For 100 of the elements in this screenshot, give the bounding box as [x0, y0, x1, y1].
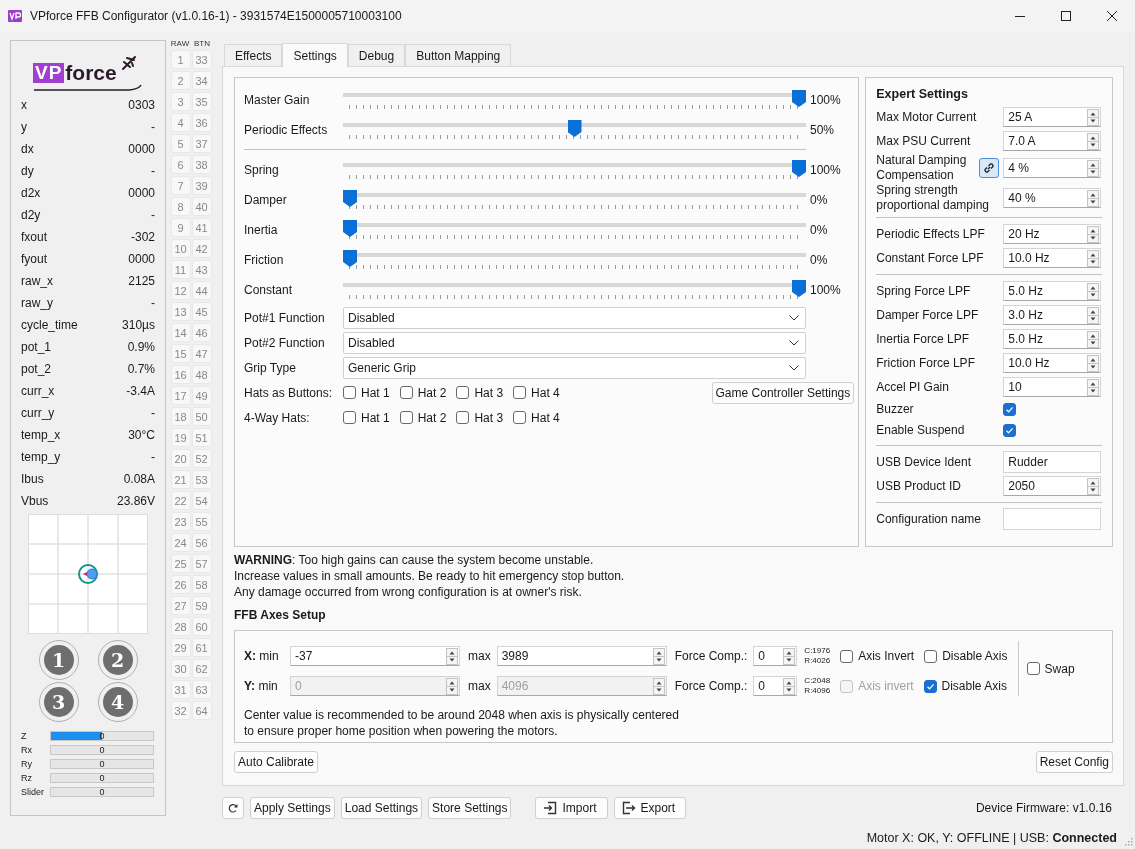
spin-arrows-icon[interactable]	[1087, 282, 1100, 300]
tab[interactable]: Debug	[347, 44, 406, 66]
spin-arrows-icon[interactable]	[783, 647, 796, 665]
reading-value: 2125	[128, 274, 155, 288]
tab[interactable]: Button Mapping	[405, 44, 512, 66]
spin-box[interactable]: 20 Hz	[1003, 224, 1102, 244]
spin-box[interactable]: -37	[290, 646, 460, 666]
checkbox[interactable]	[1003, 403, 1017, 416]
checkbox[interactable]	[399, 411, 413, 424]
checkbox[interactable]	[840, 649, 854, 663]
spin-box[interactable]: 10.0 Hz	[1003, 353, 1102, 373]
checkbox[interactable]	[456, 386, 470, 399]
calibration-value: C:1976	[804, 646, 831, 656]
spin-arrows-icon[interactable]	[1087, 306, 1100, 324]
spin-arrows-icon[interactable]	[1087, 159, 1100, 177]
slider-label: Damper	[244, 193, 288, 207]
checkbox[interactable]	[513, 411, 527, 424]
spin-box[interactable]: 3.0 Hz	[1003, 305, 1102, 325]
checkbox[interactable]	[924, 649, 938, 663]
reading-value: 0000	[128, 252, 155, 266]
export-button[interactable]: Export	[613, 797, 687, 819]
checkbox-label: Disable Axis	[941, 679, 1007, 693]
round-button[interactable]: 1	[38, 640, 79, 680]
field-label: Friction Force LPF	[876, 355, 976, 371]
round-button[interactable]: 3	[38, 682, 79, 722]
slider-thumb[interactable]	[343, 220, 357, 237]
action-button[interactable]: Load Settings	[340, 797, 423, 819]
spin-arrows-icon[interactable]	[1087, 249, 1100, 267]
checkbox[interactable]	[343, 386, 356, 399]
slider-value: 0%	[810, 223, 828, 237]
reading-label: fxout	[21, 230, 47, 244]
round-button[interactable]: 2	[97, 640, 138, 680]
spin-arrows-icon[interactable]	[783, 677, 796, 695]
reset-config-button[interactable]: Reset Config	[1035, 751, 1113, 773]
round-button[interactable]: 4	[97, 682, 138, 722]
checkbox[interactable]	[513, 386, 527, 399]
spin-arrows-icon[interactable]	[446, 647, 458, 665]
spin-arrows-icon[interactable]	[1087, 108, 1100, 126]
tab[interactable]: Effects	[224, 44, 283, 66]
button-indicator: 12	[170, 281, 191, 300]
text-field[interactable]: Rudder	[1003, 451, 1102, 473]
field-label: Max PSU Current	[876, 133, 972, 149]
slider-thumb[interactable]	[792, 160, 806, 177]
spin-arrows-icon[interactable]	[1087, 189, 1100, 207]
action-button[interactable]: Store Settings	[428, 797, 512, 819]
reading-value: 0000	[128, 142, 155, 156]
spin-box[interactable]: 25 A	[1003, 107, 1102, 127]
auto-calibrate-button[interactable]: Auto Calibrate	[234, 751, 319, 773]
spin-arrows-icon[interactable]	[652, 647, 665, 665]
reading-value: 23.86V	[116, 494, 155, 508]
logo-badge: VP	[33, 63, 65, 83]
spin-box[interactable]: 5.0 Hz	[1003, 281, 1102, 301]
button-indicator: 5	[170, 134, 191, 153]
checkbox[interactable]	[343, 411, 356, 424]
reading-label: d2y	[21, 208, 41, 222]
slider-thumb[interactable]	[567, 120, 582, 137]
slider-thumb[interactable]	[792, 280, 806, 297]
spin-box[interactable]: 3989	[496, 646, 667, 666]
spin-arrows-icon[interactable]	[1087, 225, 1100, 243]
chevron-down-icon	[789, 314, 799, 321]
button-indicator: 29	[170, 638, 191, 657]
dropdown[interactable]: Generic Grip	[343, 356, 806, 379]
spin-box[interactable]: 40 %	[1003, 188, 1102, 208]
spin-box[interactable]: 2050	[1003, 476, 1102, 496]
checkbox[interactable]	[1003, 424, 1017, 437]
slider-thumb[interactable]	[343, 190, 357, 207]
tab[interactable]: Settings	[282, 43, 348, 67]
checkbox[interactable]	[456, 411, 470, 424]
button-indicator: 57	[191, 554, 212, 573]
reading-label: cycle_time	[21, 318, 78, 332]
spin-box[interactable]: 4 %	[1003, 158, 1102, 178]
checkbox[interactable]	[399, 386, 413, 399]
slider-thumb[interactable]	[792, 90, 806, 107]
spin-box[interactable]: 7.0 A	[1003, 131, 1102, 151]
spin-box[interactable]: 10.0 Hz	[1003, 248, 1102, 268]
help-text: Center value is recommended to be around 2048 when axis is physically centered to ensure proper home position when powering the motors.	[244, 707, 680, 739]
field-label: Accel PI Gain	[876, 379, 950, 395]
spin-arrows-icon[interactable]	[1087, 330, 1100, 348]
link-button[interactable]	[979, 158, 1000, 178]
spin-box[interactable]: 10	[1003, 377, 1102, 397]
dropdown[interactable]: Disabled	[343, 331, 806, 354]
import-button[interactable]: Import	[535, 797, 608, 819]
spin-arrows-icon[interactable]	[1087, 132, 1100, 150]
button-indicator: 2	[170, 71, 191, 90]
refresh-button[interactable]	[222, 797, 244, 819]
action-button[interactable]: Apply Settings	[250, 797, 335, 819]
slider-value: 0%	[810, 193, 828, 207]
text-field[interactable]	[1003, 508, 1102, 530]
dropdown[interactable]: Disabled	[343, 306, 806, 329]
spin-arrows-icon[interactable]	[1087, 477, 1100, 495]
spin-arrows-icon[interactable]	[1087, 354, 1100, 372]
spin-box[interactable]: 5.0 Hz	[1003, 329, 1102, 349]
game-controller-settings-button[interactable]: Game Controller Settings	[711, 381, 855, 404]
slider-value: 0%	[810, 253, 828, 267]
calibration-value: R:4026	[804, 656, 831, 666]
spin-box[interactable]: 0	[753, 646, 798, 666]
slider-thumb[interactable]	[343, 250, 357, 267]
checkbox[interactable]	[1026, 662, 1040, 675]
spin-arrows-icon[interactable]	[1087, 378, 1100, 396]
button-indicator: 55	[191, 512, 212, 531]
